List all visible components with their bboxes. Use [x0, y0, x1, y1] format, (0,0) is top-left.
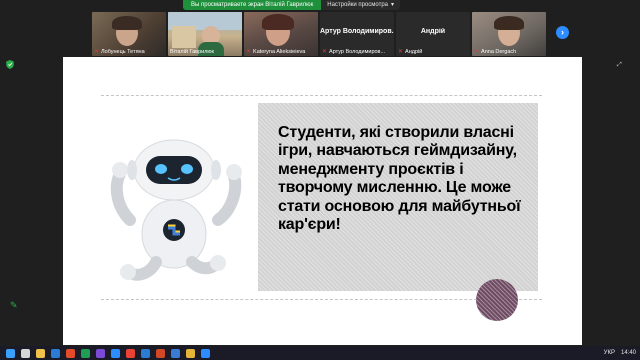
- robot-illustration: [106, 138, 246, 303]
- fullscreen-icon[interactable]: ⤢: [617, 62, 622, 69]
- participant-name: Артур Володимиров...: [329, 49, 386, 55]
- participant-tile[interactable]: ✕ Anna Dergach: [472, 12, 546, 56]
- word-icon[interactable]: [141, 348, 150, 358]
- viber-icon[interactable]: [96, 348, 105, 358]
- zoom-icon[interactable]: [111, 348, 120, 358]
- start-icon[interactable]: [6, 348, 15, 358]
- participant-name: Андрій: [405, 49, 423, 55]
- chrome-icon[interactable]: [126, 348, 135, 358]
- share-status-pill: Вы просматриваете экран Віталій Гаврилюк: [183, 0, 322, 10]
- mic-muted-icon: ✕: [94, 49, 100, 55]
- pencil-icon[interactable]: ✎: [10, 300, 18, 311]
- system-tray: УКР 14:40: [604, 346, 636, 360]
- top-divider: [101, 95, 542, 96]
- decorative-circle: [476, 279, 518, 321]
- mic-muted-icon: ✕: [322, 49, 328, 55]
- share-banner: Вы просматриваете экран Віталій Гаврилюк…: [183, 0, 401, 10]
- participant-tile[interactable]: Артур Володимиров... ✕ Артур Володимиров…: [320, 12, 394, 56]
- participant-name: Anna Dergach: [481, 49, 517, 55]
- participant-tile[interactable]: Віталій Гаврилюк: [168, 12, 242, 56]
- shield-icon[interactable]: [6, 60, 14, 69]
- participant-tile[interactable]: Андрій ✕ Андрій: [396, 12, 470, 56]
- chevron-down-icon: ▾: [391, 2, 395, 8]
- folder-icon[interactable]: [186, 348, 195, 358]
- powerpoint-icon[interactable]: [156, 348, 165, 358]
- excel-icon[interactable]: [81, 348, 90, 358]
- participant-display-name: Артур Володимиров...: [320, 28, 394, 35]
- next-participants-button[interactable]: ›: [556, 26, 569, 39]
- mic-muted-icon: ✕: [474, 49, 480, 55]
- participant-tile[interactable]: ✕ Kateryna Alieksieieva: [244, 12, 318, 56]
- participant-strip: ✕ Лобунець Тетяна Віталій Гаврилюк ✕ Kat…: [92, 12, 546, 56]
- telegram-icon[interactable]: [171, 348, 180, 358]
- shared-slide: Студенти, які створили власні ігри, навч…: [63, 57, 582, 345]
- mic-muted-icon: ✕: [398, 49, 404, 55]
- clock[interactable]: 14:40: [621, 350, 636, 356]
- mic-muted-icon: ✕: [246, 49, 252, 55]
- chevron-right-icon: ›: [561, 27, 564, 37]
- slide-main-text: Студенти, які створили власні ігри, навч…: [278, 124, 521, 234]
- participant-name: Kateryna Alieksieieva: [253, 49, 306, 55]
- search-icon[interactable]: [21, 348, 30, 358]
- powerpoint-icon[interactable]: [66, 348, 75, 358]
- view-settings-label: Настройки просмотра: [327, 2, 389, 8]
- zoom-icon[interactable]: [201, 348, 210, 358]
- participant-name: Лобунець Тетяна: [101, 49, 145, 55]
- language-indicator[interactable]: УКР: [604, 350, 615, 356]
- word-icon[interactable]: [51, 348, 60, 358]
- folder-icon[interactable]: [36, 348, 45, 358]
- participant-name: Віталій Гаврилюк: [170, 49, 214, 55]
- windows-taskbar: УКР 14:40: [0, 346, 640, 360]
- participant-tile[interactable]: ✕ Лобунець Тетяна: [92, 12, 166, 56]
- slide-text-panel: Студенти, які створили власні ігри, навч…: [258, 103, 538, 291]
- participant-display-name: Андрій: [420, 28, 446, 35]
- view-settings-button[interactable]: Настройки просмотра ▾: [321, 0, 401, 10]
